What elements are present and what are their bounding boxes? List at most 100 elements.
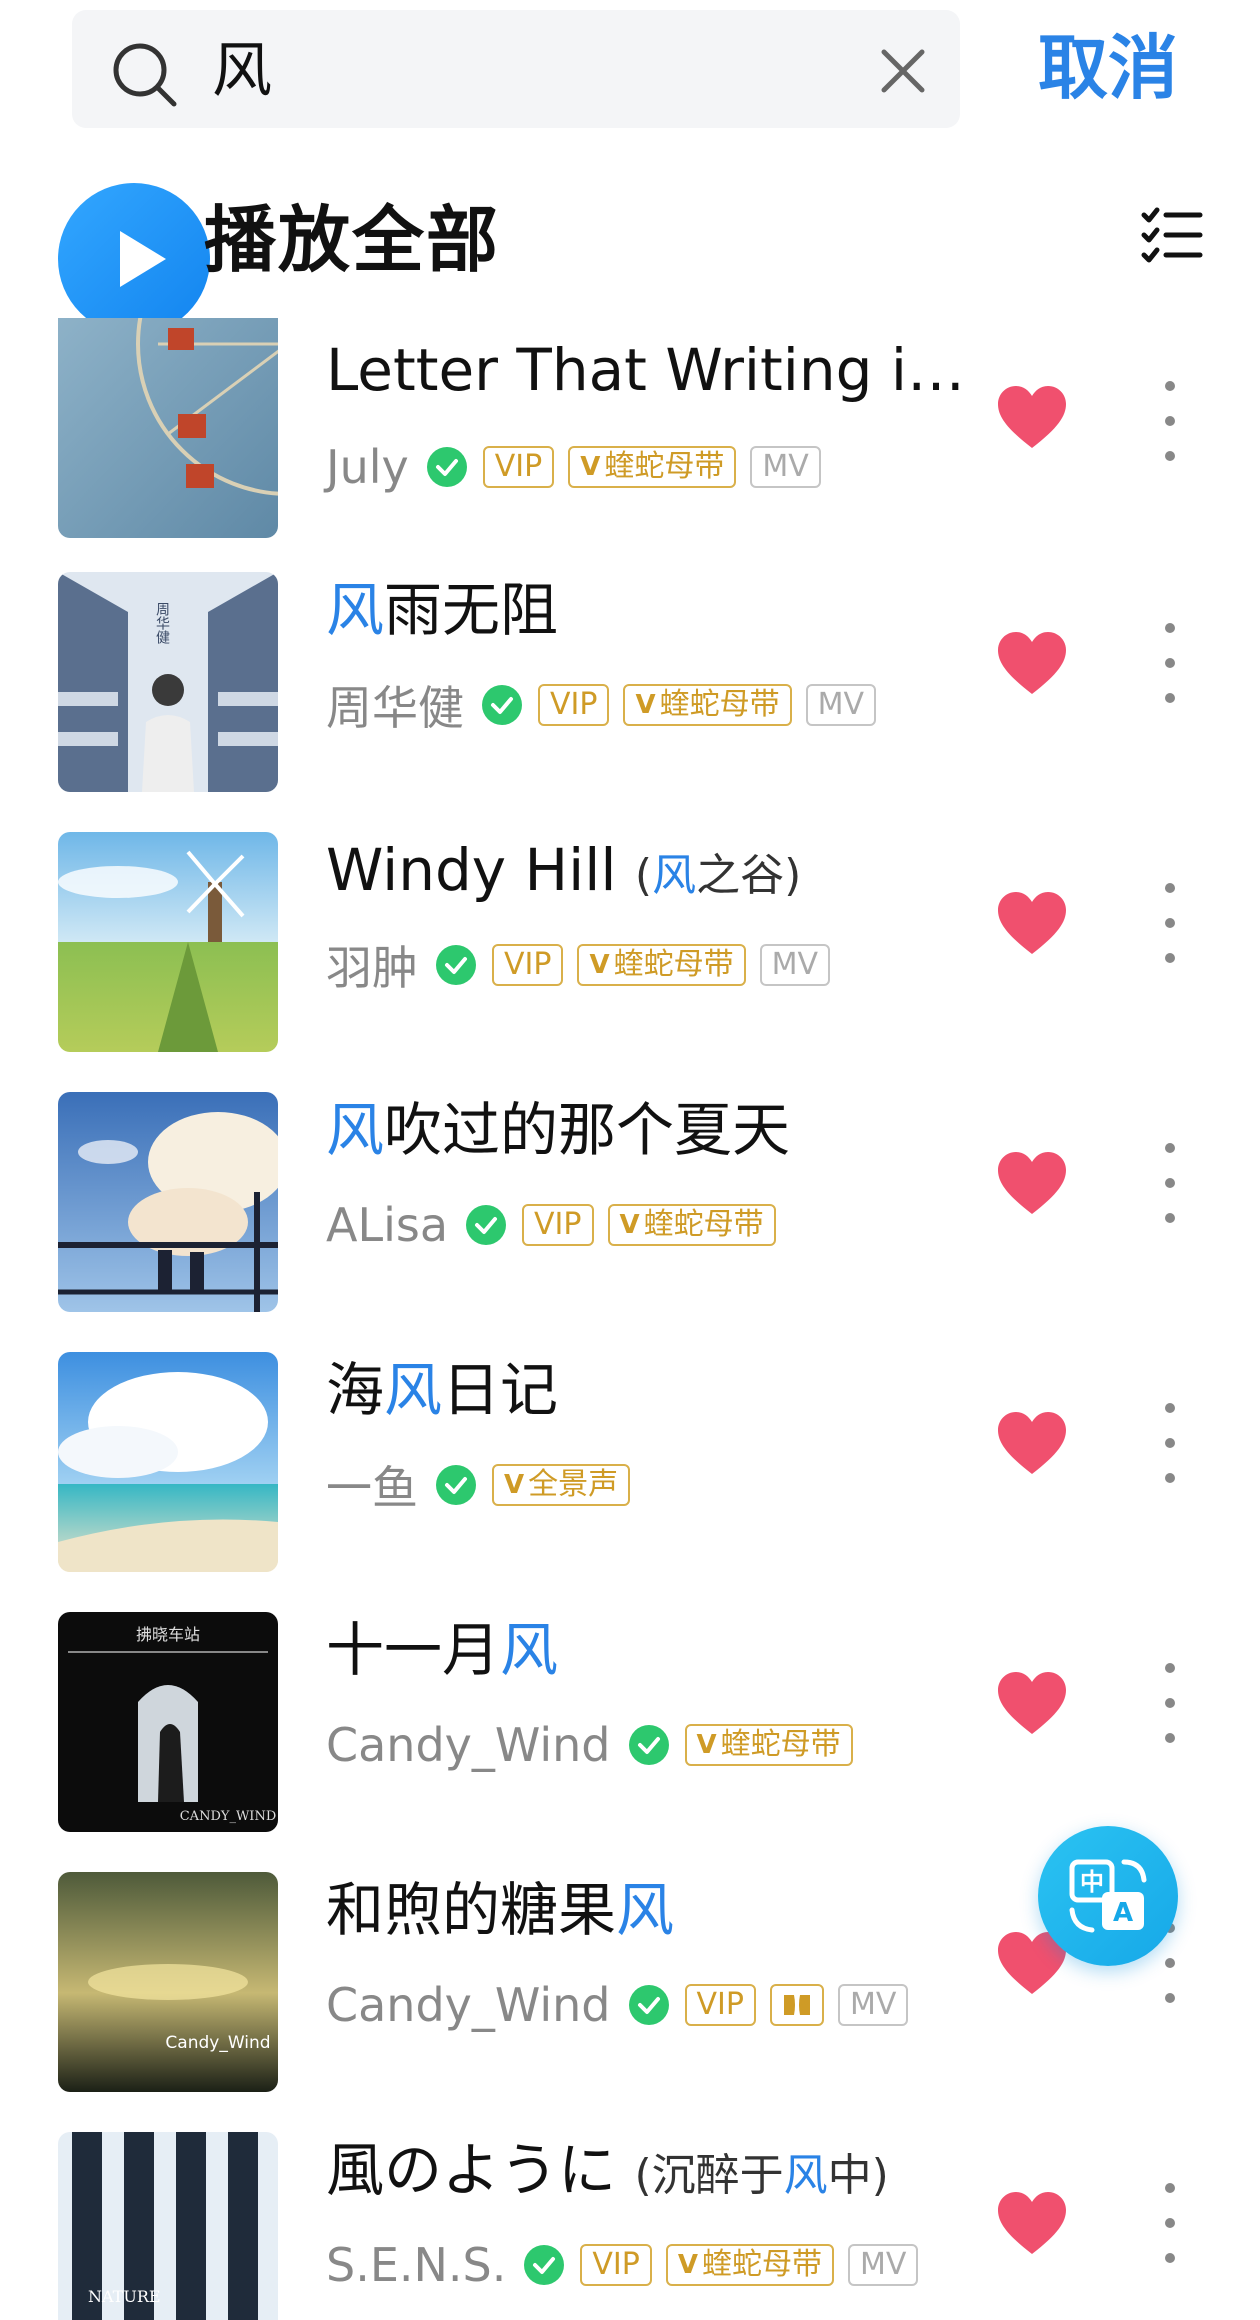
svg-text:A: A: [1113, 1898, 1133, 1928]
search-bar[interactable]: 风: [72, 10, 960, 128]
master-quality-tag: V 蝰蛇母带: [623, 684, 792, 726]
mv-tag[interactable]: MV: [837, 1984, 909, 2026]
song-title: 风雨无阻: [326, 576, 559, 644]
artist-name[interactable]: 一鱼: [326, 1452, 418, 1518]
song-meta: July VIP V 蝰蛇母带 MV: [326, 432, 835, 502]
album-cover[interactable]: [58, 318, 278, 538]
more-vertical-icon[interactable]: [1160, 878, 1180, 968]
song-row[interactable]: 风吹过的那个夏天 ALisa VIP V 蝰蛇母带: [0, 1078, 1260, 1338]
song-title: 风吹过的那个夏天: [326, 1096, 791, 1164]
master-quality-tag: V 蝰蛇母带: [568, 446, 737, 488]
song-row[interactable]: 海风日记 一鱼 V 全景声: [0, 1338, 1260, 1598]
master-quality-tag: V 蝰蛇母带: [665, 2244, 834, 2286]
artist-name[interactable]: July: [326, 440, 409, 494]
mv-tag[interactable]: MV: [847, 2244, 919, 2286]
song-meta: 周华健 VIP V 蝰蛇母带 MV: [326, 670, 890, 740]
artist-name[interactable]: ALisa: [326, 1198, 448, 1252]
song-row[interactable]: 周华健 风雨无阻 周华健 VIP V 蝰蛇母带 MV: [0, 558, 1260, 818]
cover-text: NATURE: [88, 2287, 161, 2306]
song-meta: S.E.N.S. VIP V 蝰蛇母带 MV: [326, 2230, 932, 2300]
song-meta: Candy_Wind VIP MV: [326, 1970, 922, 2040]
search-input[interactable]: 风: [212, 36, 832, 106]
song-title: Windy Hill (风之谷): [326, 836, 802, 904]
heart-icon[interactable]: [996, 2192, 1068, 2256]
translate-icon: 中 A: [1069, 1859, 1147, 1933]
verified-check-icon: [628, 1725, 669, 1765]
verified-check-icon: [436, 1465, 476, 1505]
close-icon[interactable]: [880, 48, 926, 94]
vip-tag: VIP: [482, 446, 555, 488]
search-icon: [113, 43, 177, 107]
album-cover[interactable]: [58, 1092, 278, 1312]
mv-tag[interactable]: MV: [750, 446, 821, 488]
song-title: 風のように (沉醉于风中): [326, 2136, 889, 2204]
cover-text: CANDY_WIND: [180, 1809, 277, 1824]
heart-icon[interactable]: [996, 1412, 1068, 1476]
verified-check-icon: [628, 1985, 669, 2025]
dolby-icon: [783, 1995, 810, 2015]
play-all-button[interactable]: [58, 183, 210, 335]
svg-text:中: 中: [1080, 1868, 1104, 1896]
heart-icon[interactable]: [996, 386, 1068, 450]
more-vertical-icon[interactable]: [1160, 618, 1180, 708]
cover-text: Candy_Wind: [165, 2033, 270, 2053]
album-cover[interactable]: 周华健: [58, 572, 278, 792]
album-cover[interactable]: NATURE: [58, 2132, 278, 2320]
artist-name[interactable]: S.E.N.S.: [326, 2238, 506, 2292]
master-quality-tag: V 蝰蛇母带: [607, 1204, 776, 1246]
artist-name[interactable]: 周华健: [326, 672, 464, 738]
verified-check-icon: [482, 685, 522, 725]
more-vertical-icon[interactable]: [1160, 376, 1180, 466]
artist-name[interactable]: Candy_Wind: [326, 1718, 611, 1772]
master-quality-tag: V 蝰蛇母带: [577, 944, 746, 986]
song-title: 十一月风: [326, 1616, 559, 1684]
more-vertical-icon[interactable]: [1160, 1398, 1180, 1488]
artist-name[interactable]: Candy_Wind: [326, 1978, 611, 2032]
mv-tag[interactable]: MV: [759, 944, 830, 986]
song-row[interactable]: NATURE 風のように (沉醉于风中) S.E.N.S. VIP V 蝰蛇母带 …: [0, 2118, 1260, 2320]
vip-tag: VIP: [492, 944, 564, 986]
spatial-audio-tag: V 全景声: [492, 1464, 631, 1506]
heart-icon[interactable]: [996, 1152, 1068, 1216]
verified-check-icon: [426, 447, 467, 487]
song-title: Letter That Writing in …: [326, 336, 986, 404]
verified-check-icon: [466, 1205, 507, 1245]
mv-tag[interactable]: MV: [805, 684, 876, 726]
heart-icon[interactable]: [996, 892, 1068, 956]
cover-text: 周华健: [154, 602, 170, 645]
more-vertical-icon[interactable]: [1160, 1138, 1180, 1228]
vip-tag: VIP: [684, 1984, 756, 2026]
more-vertical-icon[interactable]: [1160, 2178, 1180, 2268]
play-all-label[interactable]: 播放全部: [204, 190, 500, 290]
dolby-tag: [769, 1984, 824, 2026]
song-meta: 羽肿 VIP V 蝰蛇母带 MV: [326, 930, 844, 1000]
artist-name[interactable]: 羽肿: [326, 932, 418, 998]
song-row[interactable]: 拂晓车站 CANDY_WIND 十一月风 Candy_Wind V 蝰蛇母带: [0, 1598, 1260, 1858]
play-icon: [120, 231, 166, 287]
more-vertical-icon[interactable]: [1160, 1658, 1180, 1748]
master-quality-tag: V 蝰蛇母带: [684, 1724, 853, 1766]
vip-tag: VIP: [522, 1204, 594, 1246]
vip-tag: VIP: [538, 684, 610, 726]
song-title: 海风日记: [326, 1356, 559, 1424]
translate-button[interactable]: 中 A: [1038, 1826, 1178, 1966]
album-cover[interactable]: [58, 1352, 278, 1572]
song-meta: 一鱼 V 全景声: [326, 1450, 644, 1520]
album-cover[interactable]: 拂晓车站 CANDY_WIND: [58, 1612, 278, 1832]
verified-check-icon: [436, 945, 476, 985]
song-list: Letter That Writing in … July VIP V 蝰蛇母带 …: [0, 318, 1260, 2320]
song-meta: Candy_Wind V 蝰蛇母带: [326, 1710, 867, 1780]
multi-select-icon[interactable]: [1140, 205, 1204, 269]
verified-check-icon: [524, 2245, 565, 2285]
cover-text: 拂晓车站: [136, 1625, 200, 1644]
song-title: 和煦的糖果风: [326, 1876, 675, 1944]
heart-icon[interactable]: [996, 1672, 1068, 1736]
album-cover[interactable]: Candy_Wind: [58, 1872, 278, 2092]
song-meta: ALisa VIP V 蝰蛇母带: [326, 1190, 790, 1260]
cancel-button[interactable]: 取消: [1038, 26, 1178, 110]
song-row[interactable]: Windy Hill (风之谷) 羽肿 VIP V 蝰蛇母带 MV: [0, 818, 1260, 1078]
song-row[interactable]: Letter That Writing in … July VIP V 蝰蛇母带 …: [0, 318, 1260, 564]
album-cover[interactable]: [58, 832, 278, 1052]
heart-icon[interactable]: [996, 632, 1068, 696]
vip-tag: VIP: [580, 2244, 652, 2286]
